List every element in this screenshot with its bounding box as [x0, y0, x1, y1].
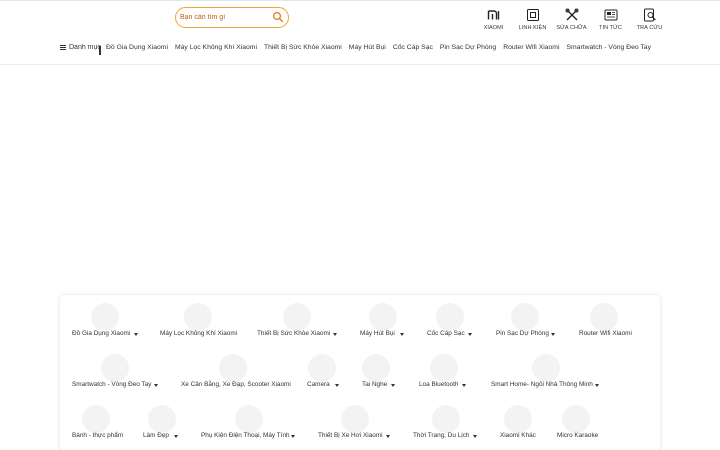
category-label[interactable]: Camera [307, 381, 330, 388]
category-links: Đồ Gia Dụng Xiaomi Máy Lọc Không Khí Xiao… [106, 44, 656, 51]
chevron-down-icon[interactable] [468, 333, 472, 336]
category-image[interactable] [219, 354, 247, 382]
search-icon[interactable] [272, 11, 284, 23]
category-image[interactable] [308, 354, 336, 382]
mi-logo-icon [487, 10, 499, 20]
chevron-down-icon[interactable] [473, 435, 477, 438]
chevron-down-icon[interactable] [333, 333, 337, 336]
category-image[interactable] [369, 303, 397, 331]
category-link[interactable]: Router Wifi Xiaomi [503, 44, 559, 51]
search-input[interactable] [180, 10, 270, 25]
nav-linh-kien[interactable]: LINH KIỆN [513, 8, 552, 31]
nav-tra-cuu[interactable]: TRA CỨU [630, 8, 669, 31]
category-image[interactable] [91, 303, 119, 331]
chevron-down-icon[interactable] [154, 384, 158, 387]
nav-tin-tuc[interactable]: TIN TỨC [591, 8, 630, 31]
tools-icon [565, 8, 578, 21]
category-label[interactable]: Bánh - thực phẩm [72, 432, 123, 439]
category-label[interactable]: Thiết Bị Xe Hơi Xiaomi [318, 432, 383, 439]
category-link[interactable]: Cốc Cáp Sạc [393, 44, 433, 51]
category-image[interactable] [341, 405, 369, 433]
nav-sua-chua[interactable]: SỬA CHỮA [552, 8, 591, 31]
category-image[interactable] [562, 405, 590, 433]
chevron-down-icon[interactable] [335, 384, 339, 387]
hamburger-icon [60, 45, 66, 50]
category-image[interactable] [432, 405, 460, 433]
category-label[interactable]: Smartwatch - Vòng Đeo Tay [72, 381, 151, 388]
chevron-down-icon[interactable] [551, 333, 555, 336]
category-link[interactable]: Smartwatch - Vòng Đeo Tay [566, 44, 651, 51]
chevron-down-icon[interactable] [174, 435, 178, 438]
chevron-down-icon[interactable] [462, 384, 466, 387]
category-label[interactable]: Thời Trang, Du Lịch [413, 432, 469, 439]
nav-label: XIAOMI [483, 25, 504, 31]
category-link[interactable]: Đồ Gia Dụng Xiaomi [106, 44, 168, 51]
category-label[interactable]: Router Wifi Xiaomi [579, 330, 632, 337]
category-image[interactable] [101, 354, 129, 382]
category-label[interactable]: Pin Sạc Dự Phòng [496, 330, 549, 337]
nav-label: TRA CỨU [636, 25, 663, 31]
category-label[interactable]: Làm Đẹp [143, 432, 169, 439]
category-label[interactable]: Thiết Bị Sức Khỏe Xiaomi [257, 330, 330, 337]
nav-label: LINH KIỆN [518, 25, 547, 31]
category-label[interactable]: Máy Hút Bụi [360, 330, 395, 337]
category-image[interactable] [235, 405, 263, 433]
category-label[interactable]: Smart Home- Ngôi Nhà Thông Minh [491, 381, 593, 388]
chevron-down-icon[interactable] [386, 435, 390, 438]
chevron-down-icon[interactable] [400, 333, 404, 336]
category-image[interactable] [283, 303, 311, 331]
header-divider [0, 64, 720, 65]
category-label[interactable]: Phụ Kiện Điện Thoại, Máy Tính [201, 432, 290, 439]
category-separator [99, 46, 101, 55]
category-image[interactable] [436, 303, 464, 331]
category-bar: Danh mục Đồ Gia Dụng Xiaomi Máy Lọc Không… [60, 44, 656, 58]
nav-label: TIN TỨC [598, 25, 623, 31]
nav-xiaomi[interactable]: XIAOMI [474, 8, 513, 31]
category-panel: Đồ Gia Dụng Xiaomi Máy Lọc Không Khí Xiao… [60, 295, 660, 450]
chevron-down-icon[interactable] [134, 333, 138, 336]
newspaper-icon [604, 9, 617, 21]
category-label[interactable]: Micro Karaoke [557, 432, 598, 439]
category-link[interactable]: Máy Hút Bụi [349, 44, 386, 51]
category-image[interactable] [532, 354, 560, 382]
search-box[interactable] [175, 7, 289, 28]
category-menu-button[interactable]: Danh mục [60, 44, 101, 51]
category-label[interactable]: Đồ Gia Dụng Xiaomi [72, 330, 130, 337]
chevron-down-icon[interactable] [595, 384, 599, 387]
category-label[interactable]: Cốc Cáp Sạc [427, 330, 465, 337]
category-link[interactable]: Thiết Bị Sức Khỏe Xiaomi [264, 44, 342, 51]
category-label[interactable]: Máy Lọc Không Khí Xiaomi [160, 330, 237, 337]
category-menu-label: Danh mục [69, 44, 101, 51]
lookup-icon [643, 8, 656, 22]
category-image[interactable] [504, 405, 532, 433]
category-image[interactable] [82, 405, 110, 433]
category-label[interactable]: Xe Cân Bằng, Xe Đạp, Scooter Xiaomi [181, 381, 291, 388]
category-link[interactable]: Máy Lọc Không Khí Xiaomi [175, 44, 257, 51]
chip-icon [526, 9, 539, 21]
category-label[interactable]: Tai Nghe [362, 381, 387, 388]
category-label[interactable]: Xiaomi Khác [500, 432, 536, 439]
category-image[interactable] [362, 354, 390, 382]
category-label[interactable]: Loa Bluetooth [419, 381, 458, 388]
category-image[interactable] [511, 303, 539, 331]
chevron-down-icon[interactable] [391, 384, 395, 387]
category-image[interactable] [590, 303, 618, 331]
top-border [0, 0, 720, 1]
category-image[interactable] [430, 354, 458, 382]
chevron-down-icon[interactable] [291, 435, 295, 438]
top-nav: XIAOMI LINH KIỆN SỬA CHỮA TIN TỨC TRA CỨ… [474, 8, 669, 31]
nav-label: SỬA CHỮA [556, 25, 587, 31]
category-image[interactable] [148, 405, 176, 433]
category-image[interactable] [184, 303, 212, 331]
category-link[interactable]: Pin Sạc Dự Phòng [440, 44, 496, 51]
